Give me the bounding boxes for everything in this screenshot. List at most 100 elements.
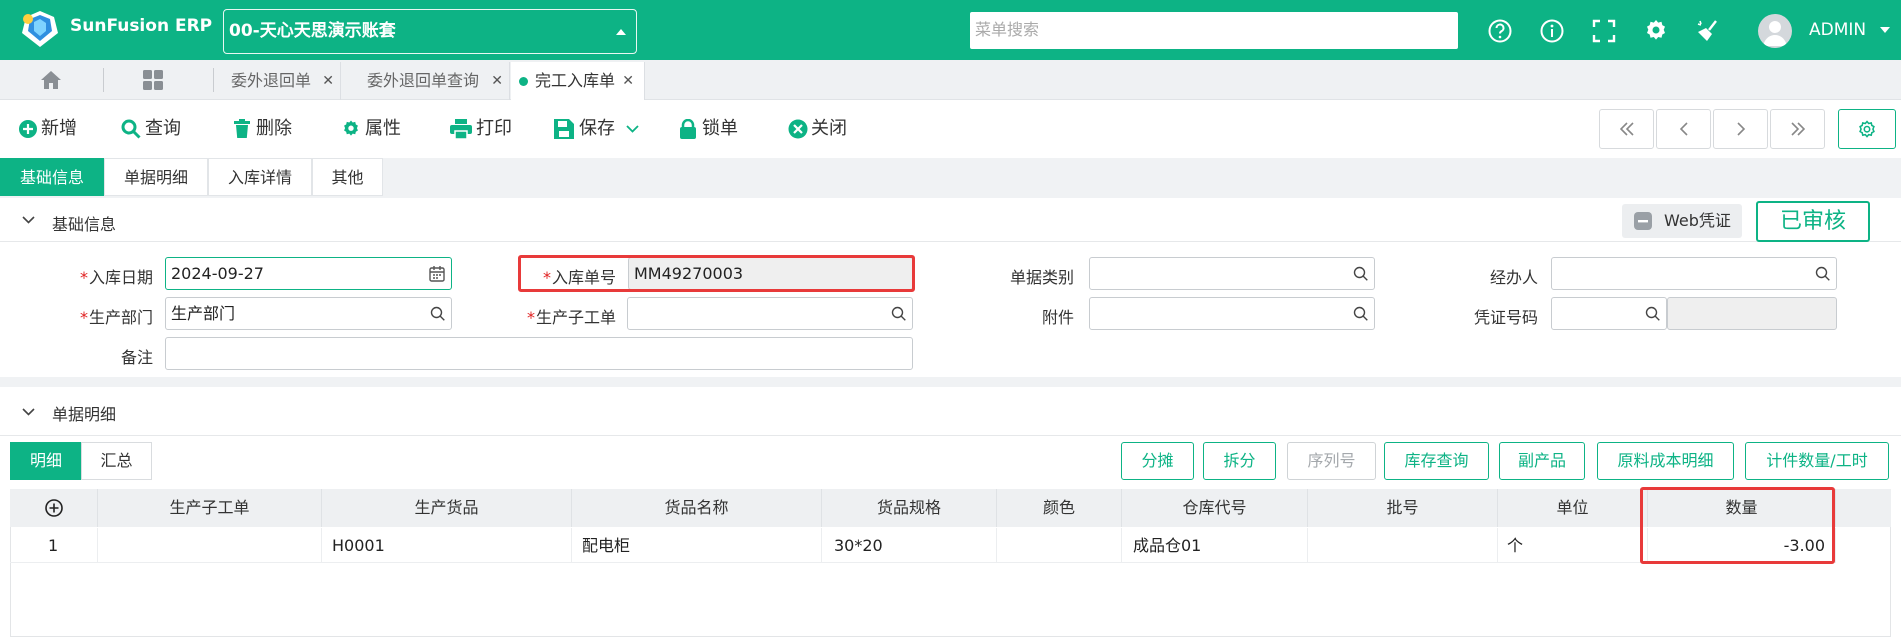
date-label: *入库日期 [79,268,153,287]
tab-document-detail[interactable]: 单据明细 [104,158,208,196]
section-divider [0,377,1901,387]
voucher-no-label: 凭证号码 [1473,308,1538,327]
cell-product[interactable]: H0001 [322,528,572,563]
printer-icon [450,119,472,139]
chevron-down-icon[interactable] [22,216,35,224]
search-icon[interactable] [1815,266,1830,281]
split-button[interactable]: 拆分 [1203,442,1276,480]
calendar-icon[interactable] [429,266,445,282]
add-circle-icon [19,120,37,138]
caret-up-icon [616,29,626,35]
lock-icon [680,119,696,139]
close-icon[interactable]: ✕ [622,62,634,100]
help-icon[interactable] [1487,18,1513,44]
column-header[interactable]: 生产子工单 [98,489,322,527]
add-button[interactable]: 新增 [18,117,84,141]
date-field[interactable]: 2024-09-27 [165,257,452,290]
previous-record-button[interactable] [1656,109,1711,149]
lock-button[interactable]: 锁单 [680,117,746,141]
sub-order-field[interactable] [627,297,913,330]
apps-grid-icon[interactable] [143,70,163,90]
menu-search-input[interactable] [970,12,1458,49]
user-name[interactable]: ADMIN [1809,20,1866,40]
doc-type-field[interactable] [1089,257,1375,290]
search-icon[interactable] [1353,306,1368,321]
handler-field[interactable] [1551,257,1837,290]
stock-query-button[interactable]: 库存查询 [1384,442,1489,480]
chevron-down-icon[interactable] [626,125,639,133]
remark-field[interactable] [165,337,913,370]
trash-icon [234,119,250,138]
cell-warehouse[interactable]: 成品仓01 [1122,528,1308,563]
chevron-left-icon [1679,122,1688,136]
column-header[interactable]: 货品名称 [572,489,822,527]
tab-outsource-return-query[interactable]: 委外退回单查询 ✕ [342,62,510,100]
allocate-button[interactable]: 分摊 [1121,442,1194,480]
column-header[interactable]: 单位 [1498,489,1648,527]
home-icon[interactable] [40,70,62,90]
chevron-down-icon[interactable] [22,408,35,416]
dept-field[interactable]: 生产部门 [165,297,452,330]
clear-cache-broom-icon[interactable] [1695,18,1721,44]
avatar[interactable] [1758,14,1792,48]
section-title: 基础信息 [52,215,117,234]
save-button[interactable]: 保存 [554,117,644,141]
sub-order-label: *生产子工单 [526,308,616,327]
serial-number-button[interactable]: 序列号 [1287,442,1376,480]
column-header[interactable]: 颜色 [997,489,1122,527]
cell-product-name[interactable]: 配电柜 [572,528,822,563]
piece-count-hours-button[interactable]: 计件数量/工时 [1745,442,1889,480]
tab-outsource-return[interactable]: 委外退回单 ✕ [213,62,341,100]
tab-basic-info[interactable]: 基础信息 [0,158,104,196]
close-icon[interactable]: ✕ [491,62,503,100]
cell-spec[interactable]: 30*20 [822,528,997,563]
caret-down-icon[interactable] [1880,27,1890,33]
close-button[interactable]: 关闭 [788,117,854,141]
by-product-button[interactable]: 副产品 [1499,442,1585,480]
search-icon[interactable] [1353,266,1368,281]
attachment-label: 附件 [1041,308,1074,327]
cell-batch[interactable] [1308,528,1498,563]
search-icon[interactable] [430,306,445,321]
voucher-no-field[interactable] [1551,297,1667,330]
info-icon[interactable] [1539,18,1565,44]
column-header[interactable]: 仓库代号 [1122,489,1308,527]
remark-label: 备注 [120,348,153,367]
add-row-button[interactable] [10,489,98,527]
tab-finished-goods-receipt[interactable]: 完工入库单 ✕ [511,62,645,100]
page-settings-button[interactable] [1838,109,1896,149]
tab-line-items[interactable]: 明细 [10,442,82,480]
print-button[interactable]: 打印 [450,117,516,141]
search-icon[interactable] [891,306,906,321]
properties-button[interactable]: 属性 [341,117,407,141]
cell-unit[interactable]: 个 [1498,528,1648,563]
column-header[interactable]: 货品规格 [822,489,997,527]
column-header[interactable]: 生产货品 [322,489,572,527]
doc-type-label: 单据类别 [1009,268,1074,287]
delete-button[interactable]: 删除 [232,117,298,141]
material-cost-detail-button[interactable]: 原料成本明细 [1597,442,1734,480]
attachment-field[interactable] [1089,297,1375,330]
detail-header[interactable]: 单据明细 [0,388,1901,436]
query-button[interactable]: 查询 [121,117,187,141]
account-select[interactable]: 00-天心天思演示账套 [223,9,637,54]
tab-label: 委外退回单查询 [367,71,480,90]
fullscreen-icon[interactable] [1591,18,1617,44]
search-icon[interactable] [1645,306,1660,321]
tab-summary[interactable]: 汇总 [81,442,152,480]
column-header[interactable]: 批号 [1308,489,1498,527]
next-record-button[interactable] [1713,109,1768,149]
save-floppy-icon [554,119,574,139]
status-badge: 已审核 [1756,201,1870,242]
cell-sub-order[interactable] [98,528,322,563]
last-record-button[interactable] [1770,109,1825,149]
close-icon[interactable]: ✕ [322,62,334,100]
tab-other[interactable]: 其他 [312,158,383,196]
tab-receipt-detail[interactable]: 入库详情 [208,158,312,196]
basic-info-header[interactable]: 基础信息 [0,200,1901,242]
first-record-button[interactable] [1599,109,1654,149]
tab-label: 委外退回单 [231,71,312,90]
cell-color[interactable] [997,528,1122,563]
web-voucher-button[interactable]: Web凭证 [1622,204,1742,238]
settings-gear-icon[interactable] [1643,18,1669,44]
